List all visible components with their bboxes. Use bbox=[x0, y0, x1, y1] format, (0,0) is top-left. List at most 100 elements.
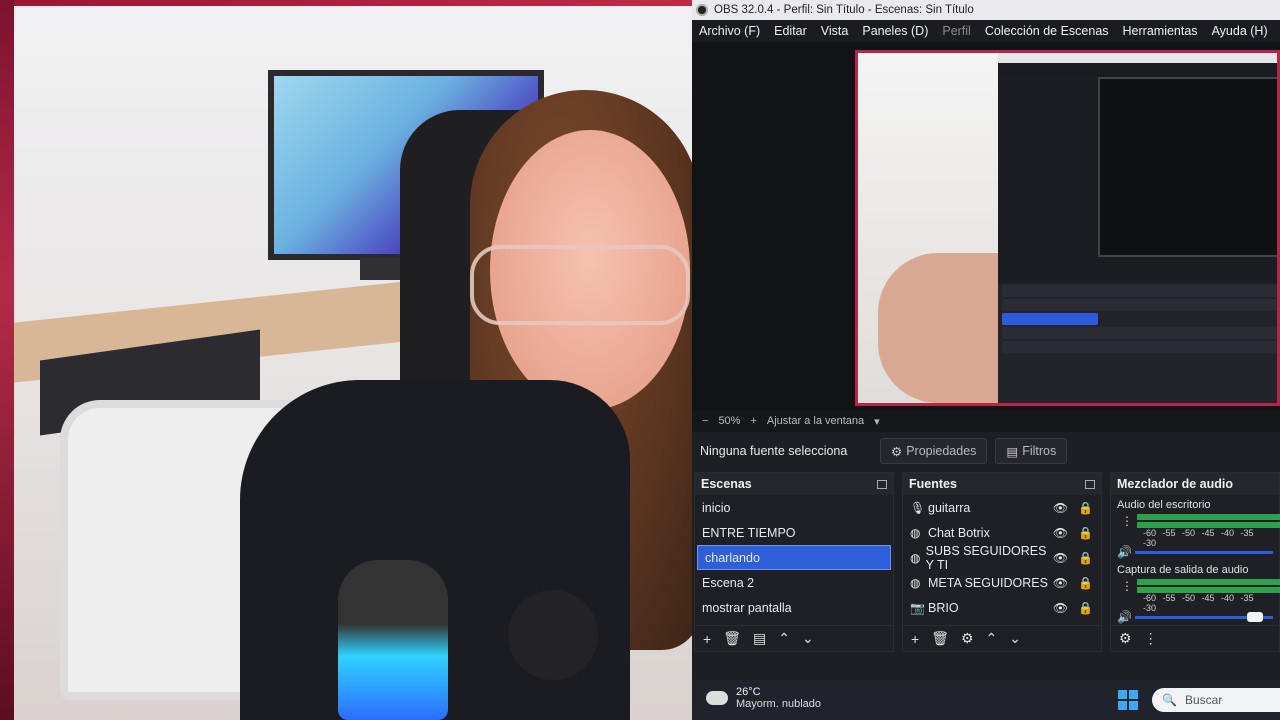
zoom-dropdown-icon[interactable]: ▾ bbox=[874, 415, 880, 428]
menu-paneles[interactable]: Paneles (D) bbox=[855, 24, 935, 38]
menu-herramientas[interactable]: Herramientas bbox=[1116, 24, 1205, 38]
weather-widget[interactable]: 26°C Mayorm. nublado bbox=[706, 686, 821, 710]
cloud-icon bbox=[706, 691, 728, 705]
temperature: 26°C bbox=[736, 686, 761, 698]
filters-label: Filtros bbox=[1022, 444, 1057, 458]
filters-button[interactable]: ▤ Filtros bbox=[995, 438, 1068, 464]
trash-icon[interactable]: 🗑 bbox=[931, 630, 949, 647]
scene-item[interactable]: ENTRE TIEMPO bbox=[695, 520, 893, 545]
volume-meter: ⋮ -60 -55 -50 -45 -40 -35 -30 bbox=[1117, 579, 1280, 613]
add-scene-icon[interactable]: + bbox=[703, 631, 711, 647]
nested-preview bbox=[1098, 77, 1277, 257]
kebab-menu-icon[interactable]: ⋮ bbox=[1144, 630, 1158, 647]
lock-icon[interactable]: 🔒 bbox=[1078, 601, 1093, 615]
meter-bar bbox=[1137, 514, 1280, 520]
title-bar: OBS 32.0.4 - Perfil: Sin Título - Escena… bbox=[692, 0, 1280, 20]
properties-button[interactable]: ⚙ Propiedades bbox=[880, 438, 988, 464]
baseball-cap bbox=[508, 590, 598, 680]
mixer-settings-icon[interactable]: ⚙ bbox=[1119, 630, 1132, 647]
globe-icon: ◍ bbox=[910, 575, 921, 590]
volume-slider[interactable] bbox=[1134, 611, 1273, 622]
scenes-dock: Escenas inicio ENTRE TIEMPO charlando Es… bbox=[694, 472, 894, 652]
source-item[interactable]: ◍ META SEGUIDORES 👁 🔒 bbox=[903, 570, 1101, 595]
kebab-menu-icon[interactable]: ⋮ bbox=[1121, 579, 1133, 593]
move-down-icon[interactable]: ⌄ bbox=[802, 630, 814, 647]
menu-ayuda[interactable]: Ayuda (H) bbox=[1205, 24, 1275, 38]
menu-perfil[interactable]: Perfil bbox=[935, 24, 977, 38]
taskbar-search[interactable]: 🔍 Buscar bbox=[1152, 688, 1280, 712]
globe-icon: ◍ bbox=[910, 525, 921, 540]
fit-to-window[interactable]: Ajustar a la ventana bbox=[767, 415, 864, 427]
program-output bbox=[855, 50, 1280, 406]
source-name: SUBS SEGUIDORES Y TI bbox=[925, 543, 1047, 572]
preview-canvas[interactable] bbox=[692, 42, 1280, 410]
menu-editar[interactable]: Editar bbox=[767, 24, 814, 38]
source-name: guitarra bbox=[928, 500, 971, 515]
move-up-icon[interactable]: ⌃ bbox=[986, 630, 998, 647]
gear-icon[interactable]: ⚙ bbox=[961, 630, 974, 647]
obs-logo-icon bbox=[696, 4, 708, 16]
volume-knob[interactable] bbox=[1247, 611, 1263, 622]
volume-slider[interactable] bbox=[1134, 550, 1273, 554]
eye-icon[interactable]: 👁 bbox=[1053, 526, 1068, 540]
no-source-label: Ninguna fuente selecciona bbox=[700, 444, 848, 458]
kebab-menu-icon[interactable]: ⋮ bbox=[1121, 514, 1133, 528]
zoom-bar: − 50% + Ajustar a la ventana ▾ bbox=[692, 410, 1280, 432]
lock-icon[interactable]: 🔒 bbox=[1078, 501, 1093, 515]
gear-icon: ⚙ bbox=[891, 444, 903, 459]
scenes-header: Escenas bbox=[695, 473, 893, 495]
lock-icon[interactable]: 🔒 bbox=[1078, 576, 1093, 590]
speaker-icon[interactable]: 🔊 bbox=[1117, 610, 1135, 624]
move-down-icon[interactable]: ⌄ bbox=[1009, 630, 1021, 647]
nested-row bbox=[1002, 299, 1277, 311]
zoom-in-button[interactable]: + bbox=[750, 415, 756, 427]
source-name: BRIO bbox=[928, 600, 959, 615]
windows-start-icon[interactable] bbox=[1118, 690, 1138, 710]
frame-edge-left bbox=[0, 0, 14, 720]
menu-coleccion-escenas[interactable]: Colección de Escenas bbox=[978, 24, 1116, 38]
zoom-out-button[interactable]: − bbox=[702, 415, 708, 427]
eye-icon[interactable]: 👁 bbox=[1053, 501, 1068, 515]
scene-item[interactable]: Escena 2 bbox=[695, 570, 893, 595]
scene-item[interactable]: mostrar pantalla bbox=[695, 595, 893, 620]
preview-arm bbox=[878, 253, 998, 403]
filter-icon[interactable]: ▤ bbox=[753, 630, 766, 647]
meter-ticks: -60 -55 -50 -45 -40 -35 -30 bbox=[1143, 593, 1254, 613]
trash-icon[interactable]: 🗑 bbox=[723, 630, 741, 647]
menu-vista[interactable]: Vista bbox=[814, 24, 856, 38]
window-title: OBS 32.0.4 - Perfil: Sin Título - Escena… bbox=[714, 4, 974, 16]
obs-window: OBS 32.0.4 - Perfil: Sin Título - Escena… bbox=[692, 0, 1280, 720]
filter-icon: ▤ bbox=[1006, 444, 1019, 459]
sources-title: Fuentes bbox=[909, 477, 957, 491]
move-up-icon[interactable]: ⌃ bbox=[778, 630, 790, 647]
speaker-icon[interactable]: 🔊 bbox=[1117, 545, 1135, 559]
channel-name: Captura de salida de audio bbox=[1117, 564, 1249, 576]
eye-icon[interactable]: 👁 bbox=[1053, 551, 1068, 565]
undock-icon[interactable] bbox=[1085, 479, 1095, 489]
nested-menubar bbox=[998, 63, 1277, 77]
source-item[interactable]: ◍ SUBS SEGUIDORES Y TI 👁 🔒 bbox=[903, 543, 1101, 572]
add-source-icon[interactable]: + bbox=[911, 631, 919, 647]
eye-icon[interactable]: 👁 bbox=[1053, 601, 1068, 615]
mixer-channel: Audio del escritorio ⋮ -60 -55 -50 -45 -… bbox=[1111, 495, 1280, 560]
meter-ticks: -60 -55 -50 -45 -40 -35 -30 bbox=[1143, 528, 1254, 548]
microphone bbox=[338, 560, 448, 720]
source-item[interactable]: 📷 BRIO 👁 🔒 bbox=[903, 595, 1101, 620]
source-item[interactable]: ◍ Chat Botrix 👁 🔒 bbox=[903, 520, 1101, 545]
source-name: Chat Botrix bbox=[928, 525, 990, 540]
lock-icon[interactable]: 🔒 bbox=[1078, 526, 1093, 540]
source-item[interactable]: 🎙 guitarra 👁 🔒 bbox=[903, 495, 1101, 520]
nested-panels bbox=[998, 283, 1277, 403]
nested-titlebar bbox=[998, 53, 1277, 63]
nested-row bbox=[1002, 341, 1277, 353]
scene-item-selected[interactable]: charlando bbox=[697, 545, 891, 570]
lock-icon[interactable]: 🔒 bbox=[1078, 551, 1093, 565]
nested-row bbox=[1002, 285, 1277, 297]
eye-icon[interactable]: 👁 bbox=[1053, 576, 1068, 590]
scene-item[interactable]: inicio bbox=[695, 495, 893, 520]
meter-bar bbox=[1137, 579, 1280, 585]
weather-text: Mayorm. nublado bbox=[736, 698, 821, 710]
menu-archivo[interactable]: Archivo (F) bbox=[692, 24, 767, 38]
source-name: META SEGUIDORES bbox=[928, 575, 1048, 590]
undock-icon[interactable] bbox=[877, 479, 887, 489]
